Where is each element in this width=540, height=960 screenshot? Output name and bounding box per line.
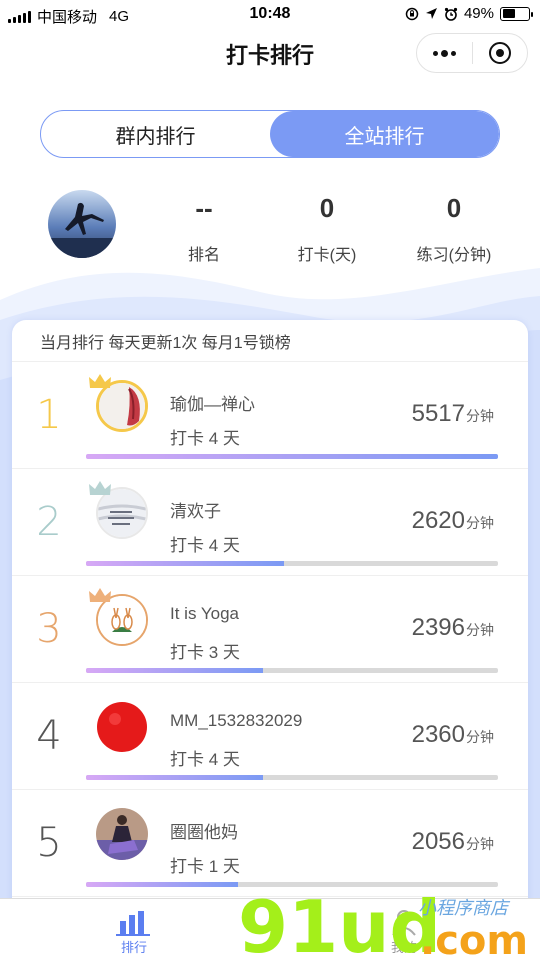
target-icon — [488, 42, 511, 64]
checkin-days: 打卡 4 天 — [170, 429, 240, 448]
crown-icon — [89, 374, 111, 388]
rank-number: 5 — [36, 820, 62, 866]
my-checkin-label: 打卡(天) — [297, 247, 357, 264]
progress-bar — [86, 454, 498, 459]
score-unit: 分钟 — [466, 836, 494, 852]
rotation-lock-icon — [405, 7, 419, 20]
progress-fill — [86, 561, 284, 566]
user-avatar — [96, 701, 148, 753]
practice-minutes: 2056分钟 — [412, 828, 494, 856]
ranking-scope-switch: 群内排行 全站排行 — [40, 110, 500, 158]
practice-minutes: 5517分钟 — [412, 400, 494, 428]
status-bar: 中国移动 4G 10:48 49% — [0, 0, 540, 30]
progress-fill — [86, 668, 264, 673]
user-icon — [364, 905, 444, 937]
score-unit: 分钟 — [466, 408, 494, 424]
progress-bar — [86, 882, 498, 887]
checkin-days: 打卡 3 天 — [170, 643, 240, 662]
ranking-row[interactable]: 1 瑜伽—禅心 打卡 4 天 5517分钟 — [12, 362, 528, 469]
more-button[interactable] — [417, 34, 472, 72]
my-rank-value: -- — [195, 193, 213, 223]
score-value: 2360 — [411, 721, 465, 748]
tab-ranking[interactable]: 排行 — [94, 905, 174, 956]
my-avatar[interactable] — [48, 190, 116, 258]
location-icon — [425, 8, 437, 19]
user-name: 清欢子 — [170, 502, 221, 521]
bar-chart-icon — [94, 905, 174, 937]
user-name: MM_1532832029 — [170, 711, 303, 730]
battery-icon — [500, 6, 533, 21]
tab-me[interactable]: 我的 — [364, 905, 444, 956]
practice-minutes: 2620分钟 — [412, 507, 494, 535]
score-unit: 分钟 — [466, 622, 494, 638]
rank-number: 1 — [36, 392, 62, 438]
progress-bar — [86, 561, 498, 566]
my-practice-value: 0 — [446, 193, 462, 223]
user-name: It is Yoga — [170, 604, 240, 623]
my-rank-label: 排名 — [187, 247, 220, 264]
my-rank-stat: -- 排名 — [144, 193, 264, 265]
rank-number: 3 — [36, 606, 62, 652]
checkin-days: 打卡 4 天 — [170, 536, 240, 555]
ranking-row[interactable]: 2 清欢子 打卡 4 天 2620分钟 — [12, 469, 528, 576]
progress-fill — [86, 454, 498, 459]
checkin-days: 打卡 4 天 — [170, 750, 240, 769]
ranking-card: 当月排行 每天更新1次 每月1号锁榜 1 瑜伽—禅心 打卡 4 天 5517分钟… — [12, 320, 528, 920]
practice-minutes: 2360分钟 — [412, 721, 494, 749]
checkin-days: 打卡 1 天 — [170, 857, 240, 876]
practice-minutes: 2396分钟 — [412, 614, 494, 642]
score-value: 5517 — [411, 400, 465, 427]
crown-icon — [89, 481, 111, 495]
score-unit: 分钟 — [466, 515, 494, 531]
tab-ranking-label: 排行 — [120, 940, 147, 955]
rank-number: 4 — [36, 713, 62, 759]
user-name: 圈圈他妈 — [170, 823, 238, 842]
user-name: 瑜伽—禅心 — [170, 395, 255, 414]
tab-group-ranking[interactable]: 群内排行 — [41, 111, 270, 157]
ranking-row[interactable]: 3 It is Yoga 打卡 3 天 2396分钟 — [12, 576, 528, 683]
alarm-icon — [444, 7, 458, 21]
user-avatar — [96, 808, 148, 860]
ranking-header: 当月排行 每天更新1次 每月1号锁榜 — [12, 320, 528, 362]
status-right: 49% — [405, 5, 533, 22]
progress-fill — [86, 775, 264, 780]
rank-number: 2 — [36, 499, 62, 545]
avatar-image — [48, 190, 116, 258]
close-program-button[interactable] — [473, 34, 528, 72]
tab-bar: 排行 我的 — [0, 898, 540, 960]
progress-bar — [86, 775, 498, 780]
battery-percent: 49% — [463, 5, 494, 22]
more-icon — [432, 49, 456, 57]
my-practice-stat: 0 练习(分钟) — [394, 193, 514, 265]
mini-program-capsule — [416, 33, 528, 73]
tab-site-ranking[interactable]: 全站排行 — [270, 111, 499, 157]
my-checkin-value: 0 — [319, 193, 335, 223]
my-practice-label: 练习(分钟) — [416, 247, 492, 264]
score-value: 2396 — [411, 614, 465, 641]
battery-level — [502, 9, 515, 18]
score-unit: 分钟 — [466, 729, 494, 745]
progress-fill — [86, 882, 239, 887]
ranking-row[interactable]: 4 MM_1532832029 打卡 4 天 2360分钟 — [12, 683, 528, 790]
score-value: 2620 — [411, 507, 465, 534]
my-checkin-stat: 0 打卡(天) — [267, 193, 387, 265]
progress-bar — [86, 668, 498, 673]
score-value: 2056 — [411, 828, 465, 855]
ranking-row[interactable]: 5 圈圈他妈 打卡 1 天 2056分钟 — [12, 790, 528, 897]
crown-icon — [89, 588, 111, 602]
tab-me-label: 我的 — [390, 940, 417, 955]
